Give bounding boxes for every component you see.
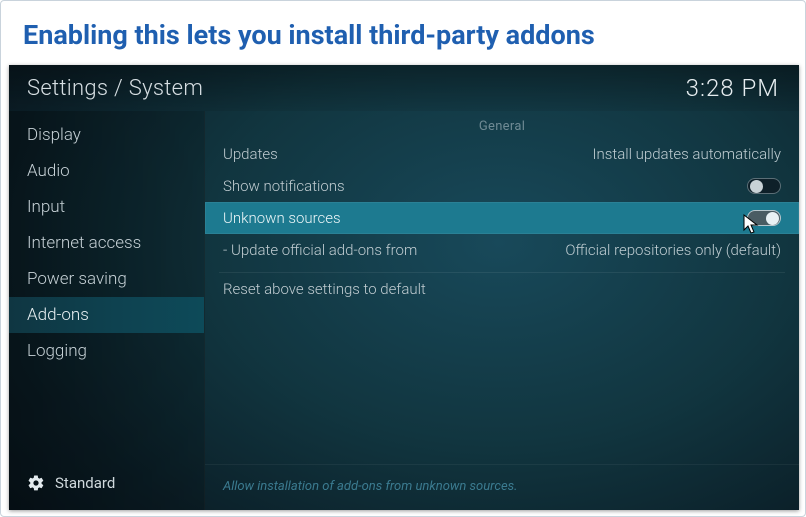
- sidebar-item-add-ons[interactable]: Add-ons: [9, 297, 204, 333]
- kodi-settings-window: Settings / System 3:28 PM Display Audio …: [9, 65, 799, 510]
- settings-level-button[interactable]: Standard: [9, 460, 204, 510]
- gear-icon: [27, 474, 45, 492]
- sidebar-item-display[interactable]: Display: [9, 117, 204, 153]
- row-label: Updates: [223, 145, 278, 163]
- row-value: Install updates automatically: [593, 145, 781, 163]
- row-value: Official repositories only (default): [565, 241, 781, 259]
- sidebar-item-audio[interactable]: Audio: [9, 153, 204, 189]
- sidebar-item-input[interactable]: Input: [9, 189, 204, 225]
- row-updates[interactable]: Updates Install updates automatically: [205, 138, 799, 170]
- clock: 3:28 PM: [686, 74, 779, 102]
- row-show-notifications[interactable]: Show notifications: [205, 170, 799, 202]
- settings-content: General Updates Install updates automati…: [205, 111, 799, 510]
- sidebar: Display Audio Input Internet access Powe…: [9, 111, 205, 510]
- settings-level-label: Standard: [55, 474, 115, 492]
- row-label: Reset above settings to default: [223, 280, 426, 298]
- sidebar-item-internet-access[interactable]: Internet access: [9, 225, 204, 261]
- breadcrumb[interactable]: Settings / System: [27, 76, 203, 101]
- row-unknown-sources[interactable]: Unknown sources: [205, 202, 799, 234]
- sidebar-item-power-saving[interactable]: Power saving: [9, 261, 204, 297]
- instruction-caption: Enabling this lets you install third-par…: [1, 1, 805, 65]
- row-label: Show notifications: [223, 177, 345, 195]
- help-text: Allow installation of add-ons from unkno…: [205, 464, 799, 510]
- section-title-general: General: [205, 111, 799, 138]
- row-label: - Update official add-ons from: [223, 241, 417, 259]
- row-label: Unknown sources: [223, 209, 341, 227]
- toggle-unknown-sources[interactable]: [747, 210, 781, 226]
- toggle-show-notifications[interactable]: [747, 178, 781, 194]
- row-reset-settings[interactable]: Reset above settings to default: [205, 273, 799, 305]
- row-update-official-addons[interactable]: - Update official add-ons from Official …: [205, 234, 799, 266]
- topbar: Settings / System 3:28 PM: [9, 65, 799, 111]
- sidebar-item-logging[interactable]: Logging: [9, 333, 204, 369]
